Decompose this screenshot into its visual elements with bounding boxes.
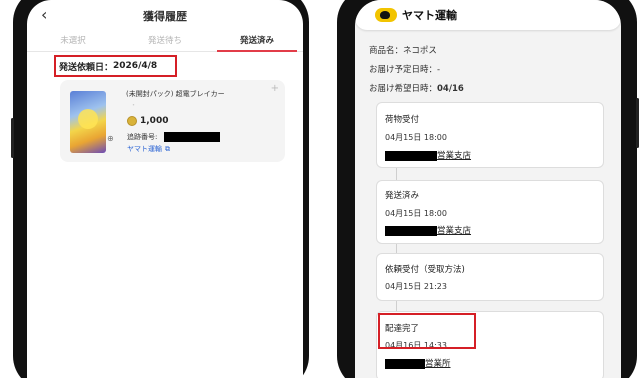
info-value: ネコポス	[403, 46, 437, 56]
item-price: 1,000	[140, 116, 169, 126]
brand-name: ヤマト運輸	[402, 9, 457, 22]
info-scheduled-delivery: お届け予定日時：-	[369, 63, 440, 75]
step-title: 依頼受付（受取方法)	[385, 265, 465, 275]
page-title: 獲得履歴	[143, 10, 187, 23]
carrier-link[interactable]: ヤマト運輸 ⧉	[127, 144, 170, 154]
step-title: 荷物受付	[385, 115, 420, 125]
tracking-step: 発送済み 04月15日 18:00 営業支店	[376, 180, 604, 244]
acquisition-history-screen: ‹ 獲得履歴 未選択 発送待ち 発送済み 発送依頼日： 2026/4/8 ⊕ (…	[27, 0, 303, 378]
volume-button	[11, 118, 14, 158]
shipping-request-date-label: 発送依頼日：	[59, 62, 114, 73]
timeline-connector	[396, 244, 397, 253]
office-name-redaction	[385, 225, 437, 236]
carrier-link-label[interactable]: ヤマト運輸	[127, 145, 162, 153]
office-suffix[interactable]: 営業支店	[437, 151, 471, 161]
tab-shipped[interactable]: 発送済み	[211, 32, 303, 52]
power-button	[636, 98, 639, 148]
step-time: 04月15日 21:23	[385, 282, 447, 291]
status-tabs: 未選択 発送待ち 発送済み	[27, 32, 303, 52]
zoom-icon[interactable]: ⊕	[107, 134, 114, 143]
tracking-step: 依頼受付（受取方法) 04月15日 21:23	[376, 253, 604, 301]
item-name: (未開封パック) 超電ブレイカー	[126, 90, 225, 98]
info-value: 04/16	[437, 84, 464, 94]
timeline-connector	[396, 301, 397, 311]
info-label: お届け予定日時：	[369, 65, 438, 75]
left-phone-frame: ‹ 獲得履歴 未選択 発送待ち 発送済み 発送依頼日： 2026/4/8 ⊕ (…	[11, 0, 309, 378]
tracking-number-redaction	[164, 132, 220, 142]
delivery-completed-highlight	[378, 313, 476, 349]
yamato-header: ヤマト運輸	[355, 0, 621, 30]
plus-icon[interactable]: +	[271, 83, 279, 94]
timeline-connector	[396, 168, 397, 180]
external-link-icon[interactable]: ⧉	[165, 145, 170, 154]
info-desired-delivery: お届け希望日時：04/16	[369, 82, 464, 94]
office-name-redaction	[385, 358, 425, 369]
card-pack-image[interactable]	[70, 91, 106, 153]
office-suffix[interactable]: 営業所	[425, 359, 451, 369]
step-office[interactable]: 営業支店	[385, 149, 471, 161]
info-product-name: 商品名：ネコポス	[369, 44, 437, 56]
back-arrow-icon[interactable]: ‹	[41, 5, 47, 24]
step-time: 04月15日 18:00	[385, 133, 447, 142]
tab-unselected[interactable]: 未選択	[27, 32, 119, 51]
right-phone-frame: ヤマト運輸 商品名：ネコポス お届け予定日時：- お届け希望日時：04/16 荷…	[337, 0, 639, 378]
shipping-request-date-highlight: 発送依頼日： 2026/4/8	[54, 55, 177, 77]
info-label: お届け希望日時：	[369, 84, 438, 94]
yamato-tracking-screen: ヤマト運輸 商品名：ネコポス お届け予定日時：- お届け希望日時：04/16 荷…	[355, 0, 621, 378]
info-value: -	[437, 65, 441, 75]
step-title: 発送済み	[385, 191, 420, 201]
info-label: 商品名：	[369, 46, 404, 56]
item-card[interactable]: ⊕ (未開封パック) 超電ブレイカー + ・ 1,000 追跡番号: ヤマト運輸…	[60, 80, 285, 162]
office-suffix[interactable]: 営業支店	[437, 226, 471, 236]
tracking-step: 荷物受付 04月15日 18:00 営業支店	[376, 102, 604, 168]
tracking-number-label: 追跡番号:	[127, 133, 158, 141]
coin-icon	[127, 116, 137, 126]
step-office[interactable]: 営業所	[385, 357, 451, 369]
black-cat-logo-icon	[375, 8, 397, 22]
step-office[interactable]: 営業支店	[385, 224, 471, 236]
tab-awaiting-shipment[interactable]: 発送待ち	[119, 32, 211, 51]
top-bar: ‹ 獲得履歴	[27, 0, 303, 32]
shipping-request-date-value: 2026/4/8	[113, 61, 158, 71]
office-name-redaction	[385, 150, 437, 161]
separator-dot: ・	[130, 101, 137, 109]
step-time: 04月15日 18:00	[385, 209, 447, 218]
